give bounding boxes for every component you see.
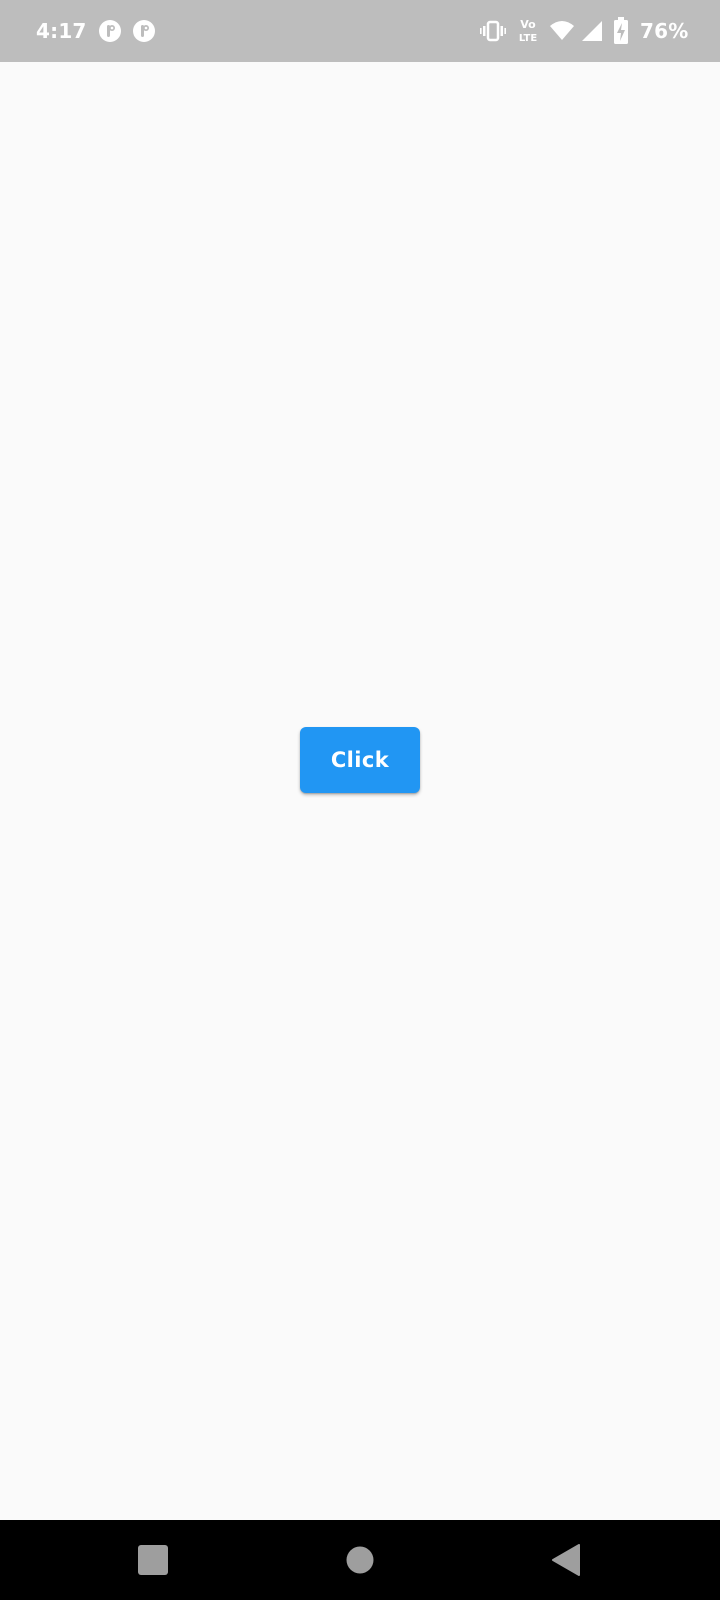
navigation-bar [0,1520,720,1600]
pinterest-icon [133,20,155,42]
vibrate-icon [480,20,506,42]
status-time: 4:17 [36,19,87,43]
status-bar: 4:17 Vo LTE 76% [0,0,720,62]
pinterest-icon [99,20,121,42]
recents-icon [138,1545,168,1575]
app-content: Click [0,62,720,1520]
volte-bottom-text: LTE [519,33,538,44]
back-button[interactable] [516,1520,616,1600]
recents-button[interactable] [103,1520,203,1600]
battery-charging-icon [614,17,628,44]
volte-top-text: Vo [520,18,536,31]
click-button[interactable]: Click [300,727,420,793]
home-icon [346,1546,374,1574]
home-button[interactable] [310,1520,410,1600]
wifi-icon [550,21,574,40]
back-icon [552,1544,580,1576]
signal-icon [582,21,602,41]
battery-percent: 76% [640,19,689,43]
volte-icon: Vo LTE [519,18,538,44]
